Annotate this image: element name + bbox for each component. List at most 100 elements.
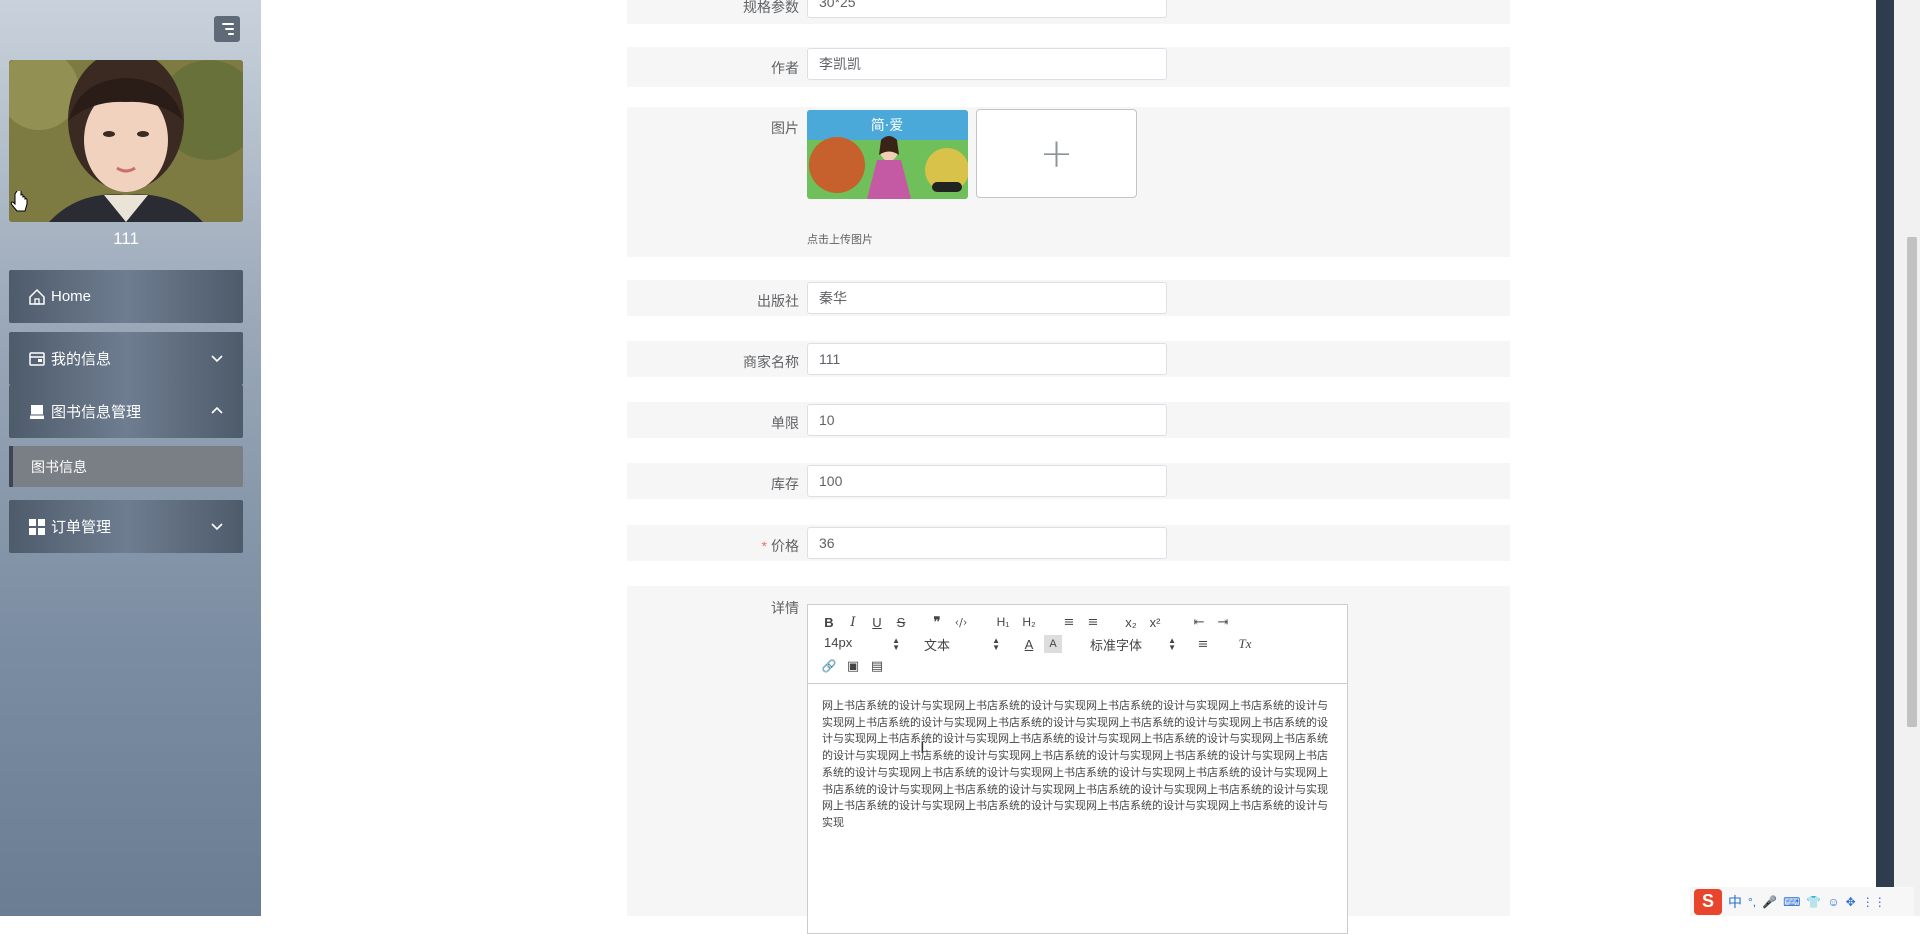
text-cursor-icon: I [920, 738, 925, 757]
subscript-button[interactable]: x₂ [1122, 613, 1140, 631]
form-row-author: 作者 李凯凯 [627, 47, 1510, 87]
form-row-merchant: 商家名称 111 [627, 341, 1510, 377]
archive-icon [27, 402, 47, 422]
outdent-button[interactable]: ⇤ [1190, 613, 1208, 631]
author-input[interactable]: 李凯凯 [807, 48, 1167, 80]
spec-input[interactable]: 30*25 [807, 0, 1167, 18]
form-row-price: * 价格 36 [627, 525, 1510, 561]
indent-button[interactable]: ⇥ [1214, 613, 1232, 631]
format-value: 文本 [924, 638, 951, 653]
blockquote-button[interactable]: ❞ [928, 613, 946, 631]
detail-label: 详情 [771, 600, 799, 616]
sidebar: 111 Home 我的信息 图书信息管理 图书信息 订单管理 [0, 0, 261, 916]
spec-label: 规格参数 [743, 0, 799, 15]
image-upload-button[interactable]: + [976, 109, 1137, 198]
nav-label: 订单管理 [51, 519, 112, 536]
collapse-menu-button[interactable] [214, 16, 240, 42]
microphone-icon[interactable]: 🎤 [1762, 895, 1777, 909]
nav-label: 我的信息 [51, 351, 112, 368]
tools-icon[interactable]: ✥ [1846, 895, 1856, 909]
select-caret-icon: ▲ ▼ [1168, 636, 1176, 652]
nav-label: Home [51, 288, 92, 305]
stock-label: 库存 [771, 476, 799, 492]
video-insert-button[interactable]: ▤ [868, 657, 886, 675]
grid-icon [27, 517, 47, 537]
price-label-text: 价格 [771, 538, 799, 554]
bold-button[interactable]: B [820, 613, 838, 631]
nav-subitem-book-info[interactable]: 图书信息 [9, 446, 243, 487]
nav-item-book-management[interactable]: 图书信息管理 [9, 385, 243, 438]
font-family-select[interactable]: 标准字体 ▲ ▼ [1090, 635, 1176, 654]
font-size-value: 14px [824, 635, 853, 650]
skin-icon[interactable]: 👕 [1806, 895, 1821, 909]
editor-content[interactable]: 网上书店系统的设计与实现网上书店系统的设计与实现网上书店系统的设计与实现网上书店… [822, 698, 1332, 832]
code-block-button[interactable]: ‹/› [952, 613, 970, 631]
form-row-detail: 详情 B I U S ❞ ‹/› H₁ H₂ ≡ ≡ x₂ x² ⇤ ⇥ 14p… [627, 586, 1510, 934]
merchant-label: 商家名称 [743, 354, 799, 370]
nav-item-home[interactable]: Home [9, 270, 243, 323]
ordered-list-button[interactable]: ≡ [1060, 613, 1078, 631]
rich-text-editor: B I U S ❞ ‹/› H₁ H₂ ≡ ≡ x₂ x² ⇤ ⇥ 14px ▲… [807, 604, 1348, 934]
image-label: 图片 [771, 120, 799, 136]
clean-format-button[interactable]: Tx [1236, 635, 1254, 653]
upload-hint: 点击上传图片 [807, 234, 873, 246]
align-button[interactable]: ≡ [1194, 635, 1212, 653]
nav-item-order-management[interactable]: 订单管理 [9, 500, 243, 553]
header2-button[interactable]: H₂ [1020, 613, 1038, 631]
grid-menu-icon[interactable]: ⋮⋮ [1862, 895, 1886, 909]
header1-button[interactable]: H₁ [994, 613, 1012, 631]
superscript-button[interactable]: x² [1146, 613, 1164, 631]
form-row-stock: 库存 100 [627, 463, 1510, 499]
form-row-spec: 规格参数 30*25 [627, 0, 1510, 24]
side-strip [1876, 0, 1894, 916]
image-insert-button[interactable]: ▣ [844, 657, 862, 675]
underline-button[interactable]: U [868, 613, 886, 631]
editor-toolbar: B I U S ❞ ‹/› H₁ H₂ ≡ ≡ x₂ x² ⇤ ⇥ 14px ▲… [808, 605, 1347, 684]
ime-mode-label[interactable]: 中 [1728, 892, 1742, 912]
price-input[interactable]: 36 [807, 527, 1167, 559]
publisher-input[interactable]: 秦华 [807, 282, 1167, 314]
wallet-icon [27, 349, 47, 369]
chevron-up-icon [209, 403, 225, 419]
font-family-value: 标准字体 [1090, 638, 1143, 653]
form-row-limit: 单限 10 [627, 402, 1510, 438]
select-caret-icon: ▲ ▼ [892, 636, 900, 652]
username-label: 111 [113, 229, 139, 248]
ime-logo-icon[interactable]: S [1694, 888, 1722, 915]
text-color-button[interactable]: A [1020, 635, 1038, 653]
header-format-select[interactable]: 文本 ▲ ▼ [924, 635, 1000, 654]
font-size-select[interactable]: 14px ▲ ▼ [824, 635, 900, 653]
hand-cursor-icon [8, 188, 30, 220]
italic-button[interactable]: I [844, 613, 862, 631]
book-cover-thumbnail[interactable]: 简·爱 [807, 110, 968, 199]
home-icon [27, 287, 47, 307]
select-caret-icon: ▲ ▼ [992, 636, 1000, 652]
chevron-down-icon [209, 350, 225, 366]
link-button[interactable]: 🔗 [820, 657, 838, 675]
nav-item-my-info[interactable]: 我的信息 [9, 332, 243, 385]
assistant-icon[interactable]: ☺ [1827, 895, 1839, 909]
strike-button[interactable]: S [892, 613, 910, 631]
price-label: * 价格 [627, 536, 799, 556]
nav-label: 图书信息管理 [51, 404, 142, 421]
required-mark: * [761, 538, 767, 554]
cover-title: 简·爱 [871, 117, 903, 134]
limit-label: 单限 [771, 415, 799, 431]
form-row-publisher: 出版社 秦华 [627, 280, 1510, 316]
limit-input[interactable]: 10 [807, 404, 1167, 436]
publisher-label: 出版社 [757, 293, 799, 309]
scrollbar-thumb[interactable] [1907, 237, 1917, 727]
ime-toolbar: S 中 °, 🎤 ⌨ 👕 ☺ ✥ ⋮⋮ [1690, 887, 1914, 916]
nav-sub-label: 图书信息 [31, 458, 87, 475]
plus-icon: + [1039, 130, 1074, 177]
keyboard-icon[interactable]: ⌨ [1783, 895, 1800, 909]
form-row-image: 图片 简·爱 + 点击上传图片 [627, 107, 1510, 257]
punctuation-icon[interactable]: °, [1748, 895, 1756, 909]
author-label: 作者 [771, 60, 799, 76]
background-color-button[interactable]: A [1044, 635, 1062, 653]
merchant-input[interactable]: 111 [807, 343, 1167, 375]
chevron-down-icon [209, 518, 225, 534]
avatar [9, 60, 243, 222]
stock-input[interactable]: 100 [807, 465, 1167, 497]
bullet-list-button[interactable]: ≡ [1084, 613, 1102, 631]
